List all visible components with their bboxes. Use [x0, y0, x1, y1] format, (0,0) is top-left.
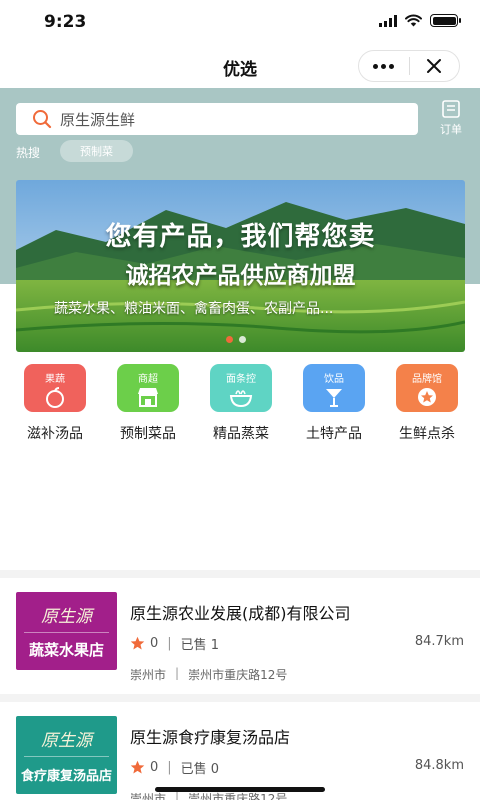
- category-tile: 面条控: [210, 364, 272, 412]
- category-tile: 商超: [117, 364, 179, 412]
- store-name: 原生源食疗康复汤品店: [130, 728, 291, 747]
- store-sold: 已售 1: [180, 638, 220, 653]
- thumb-store-type: 食疗康复汤品店: [20, 769, 112, 784]
- category-label: 土特产品: [306, 426, 362, 442]
- wifi-icon: [405, 14, 422, 27]
- category-label: 预制菜品: [120, 426, 176, 442]
- cocktail-icon: [326, 389, 342, 407]
- store-thumbnail: 原生源 蔬菜水果店: [16, 592, 117, 670]
- order-icon: [442, 100, 460, 118]
- thumb-store-type: 蔬菜水果店: [28, 641, 104, 659]
- category-tag: 面条控: [226, 374, 256, 385]
- status-bar: 9:23: [0, 0, 480, 44]
- home-indicator[interactable]: [155, 787, 325, 792]
- category-label: 生鲜点杀: [399, 426, 455, 442]
- category-item[interactable]: 面条控 精品蒸菜: [204, 364, 278, 443]
- category-tile: 饮品: [303, 364, 365, 412]
- star-badge-icon: [418, 388, 436, 406]
- category-tile: 果蔬: [24, 364, 86, 412]
- section-divider: [0, 570, 480, 578]
- category-tag: 饮品: [324, 374, 344, 385]
- banner-title: 诚招农产品供应商加盟: [125, 263, 356, 289]
- search-placeholder: 原生源生鲜: [60, 110, 136, 129]
- store-rating: 0: [150, 636, 159, 651]
- mini-program-capsule: [358, 50, 460, 82]
- order-button[interactable]: 订单: [434, 100, 468, 137]
- pagination-dot[interactable]: [239, 336, 246, 343]
- hot-search-label: 热搜: [16, 146, 41, 160]
- promo-banner[interactable]: 您有产品，我们帮您卖 诚招农产品供应商加盟 蔬菜水果、粮油米面、禽畜肉蛋、农副产…: [16, 180, 465, 352]
- store-icon: [138, 388, 158, 407]
- meta-separator: |: [167, 760, 172, 775]
- category-label: 滋补汤品: [27, 426, 83, 442]
- category-item[interactable]: 果蔬 滋补汤品: [18, 364, 92, 443]
- store-address-row: 崇州市 | 崇州市重庆路12号: [130, 666, 287, 683]
- search-input[interactable]: 原生源生鲜: [16, 103, 418, 135]
- more-button[interactable]: [359, 51, 409, 81]
- bowl-icon: [229, 390, 253, 408]
- banner-headline: 您有产品，我们帮您卖: [105, 222, 376, 252]
- store-card[interactable]: 原生源 蔬菜水果店 原生源农业发展(成都)有限公司 0 | 已售 1 84.7k…: [0, 578, 480, 694]
- category-tag: 果蔬: [45, 374, 65, 385]
- category-item[interactable]: 品牌馆 生鲜点杀: [390, 364, 464, 443]
- thumb-brand-script: 原生源: [41, 607, 92, 627]
- banner-pagination: [226, 336, 246, 343]
- category-item[interactable]: 饮品 土特产品: [297, 364, 371, 443]
- thumb-divider: [24, 632, 109, 633]
- store-meta: 0 | 已售 0: [130, 758, 219, 777]
- category-label: 精品蒸菜: [213, 426, 269, 442]
- hot-search-tag[interactable]: 预制菜: [60, 140, 133, 162]
- store-distance: 84.7km: [414, 634, 464, 649]
- store-card[interactable]: 原生源 食疗康复汤品店 原生源食疗康复汤品店 0 | 已售 0 84.8km 崇…: [0, 702, 480, 800]
- store-thumbnail: 原生源 食疗康复汤品店: [16, 716, 117, 794]
- store-city: 崇州市: [130, 668, 167, 682]
- signal-icon: [379, 14, 397, 27]
- order-label: 订单: [440, 123, 462, 136]
- thumb-brand-script: 原生源: [41, 731, 92, 751]
- pagination-dot-active[interactable]: [226, 336, 233, 343]
- banner-subtitle: 蔬菜水果、粮油米面、禽畜肉蛋、农副产品...: [54, 301, 334, 317]
- store-rating: 0: [150, 760, 159, 775]
- close-button[interactable]: [410, 51, 460, 81]
- star-icon: [130, 636, 145, 650]
- store-distance: 84.8km: [414, 758, 464, 773]
- store-sold: 已售 0: [180, 762, 220, 777]
- more-icon: [373, 63, 395, 69]
- nav-bar: 优选: [0, 44, 480, 88]
- category-tile: 品牌馆: [396, 364, 458, 412]
- star-icon: [130, 760, 145, 774]
- search-icon: [33, 110, 52, 129]
- category-tag: 商超: [138, 374, 158, 385]
- store-meta: 0 | 已售 1: [130, 634, 219, 653]
- category-grid: 果蔬 滋补汤品 商超 预制菜品 面条控 精品蒸菜 饮品 土特产品 品牌馆 生鲜点…: [18, 364, 464, 443]
- status-time: 9:23: [44, 12, 87, 32]
- battery-icon: [430, 14, 461, 27]
- section-divider: [0, 694, 480, 702]
- store-address: 崇州市重庆路12号: [188, 668, 288, 682]
- meta-separator: |: [167, 636, 172, 651]
- category-item[interactable]: 商超 预制菜品: [111, 364, 185, 443]
- store-name: 原生源农业发展(成都)有限公司: [130, 604, 351, 623]
- close-icon: [427, 59, 442, 73]
- thumb-divider: [24, 756, 109, 757]
- status-icons: [379, 14, 461, 27]
- category-tag: 品牌馆: [412, 374, 442, 385]
- address-separator: |: [175, 666, 180, 680]
- apple-icon: [46, 387, 64, 408]
